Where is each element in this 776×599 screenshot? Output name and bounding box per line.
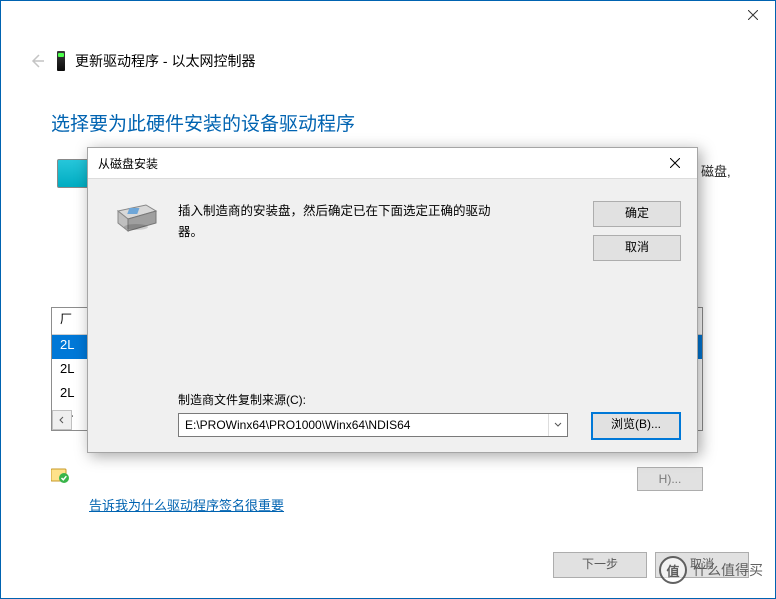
dialog-message: 插入制造商的安装盘，然后确定已在下面选定正确的驱动器。 [178, 201, 508, 244]
dropdown-toggle[interactable] [548, 414, 567, 436]
copy-from-label: 制造商文件复制来源(C): [178, 391, 306, 408]
device-chip-icon [57, 51, 65, 71]
chevron-down-icon [554, 422, 562, 428]
close-icon [670, 158, 680, 168]
section-title: 选择要为此硬件安装的设备驱动程序 [51, 109, 355, 136]
cancel-button[interactable]: 取消 [655, 552, 749, 578]
have-disk-button-bg: H)... [637, 467, 703, 491]
update-driver-window: 更新驱动程序 - 以太网控制器 选择要为此硬件安装的设备驱动程序 磁盘, 厂 2… [0, 0, 776, 599]
wizard-buttons: 下一步 取消 [553, 552, 749, 578]
path-input[interactable] [179, 418, 548, 432]
dialog-title: 从磁盘安装 [98, 155, 158, 172]
scroll-left-button[interactable] [52, 410, 72, 430]
browse-button[interactable]: 浏览(B)... [591, 412, 681, 440]
dialog-cancel-button[interactable]: 取消 [593, 235, 681, 261]
install-from-disk-dialog: 从磁盘安装 插入制造商的安装盘，然后确定已在下面选定正确的驱动器。 确定 取消 … [87, 147, 698, 453]
dialog-titlebar: 从磁盘安装 [88, 148, 697, 179]
path-combobox[interactable] [178, 413, 568, 437]
chevron-left-icon [58, 416, 66, 424]
next-button[interactable]: 下一步 [553, 552, 647, 578]
window-titlebar [1, 1, 775, 31]
dialog-body: 插入制造商的安装盘，然后确定已在下面选定正确的驱动器。 确定 取消 制造商文件复… [88, 179, 697, 453]
arrow-left-icon [28, 52, 46, 70]
floppy-disk-icon [116, 201, 158, 235]
page-title: 更新驱动程序 - 以太网控制器 [75, 51, 255, 71]
back-button[interactable] [23, 47, 51, 75]
close-icon [748, 10, 758, 20]
window-close-button[interactable] [730, 1, 775, 29]
driver-signing-link[interactable]: 告诉我为什么驱动程序签名很重要 [89, 495, 284, 514]
page-header: 更新驱动程序 - 以太网控制器 [23, 47, 755, 75]
ok-button[interactable]: 确定 [593, 201, 681, 227]
dialog-close-button[interactable] [653, 148, 697, 178]
truncated-hint-text: 磁盘, [701, 161, 731, 180]
signed-driver-icon [51, 466, 70, 484]
